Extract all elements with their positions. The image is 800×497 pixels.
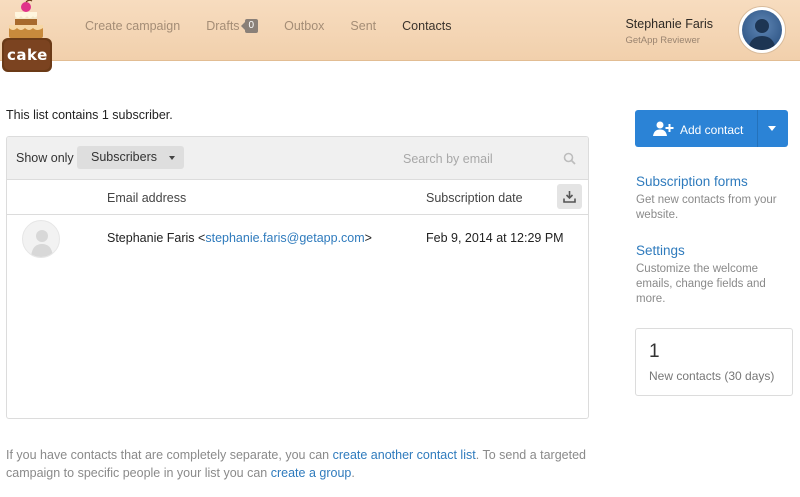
main-nav: Create campaign Drafts 0 Outbox Sent Cont… [85, 19, 477, 33]
table-row[interactable]: Stephanie Faris <stephanie.faris@getapp.… [7, 215, 588, 263]
add-contact-dropdown-toggle[interactable] [758, 110, 788, 147]
settings-link[interactable]: Settings [636, 243, 685, 258]
contacts-panel: Show only Subscribers Email address Subs… [6, 136, 589, 419]
user-name: Stephanie Faris [625, 17, 713, 31]
column-email[interactable]: Email address [107, 191, 186, 205]
user-info[interactable]: Stephanie Faris GetApp Reviewer [625, 17, 713, 46]
filter-bar: Show only Subscribers [7, 137, 588, 180]
show-only-label: Show only [16, 151, 74, 165]
column-subscription-date[interactable]: Subscription date [426, 191, 523, 205]
nav-label: Drafts [206, 19, 240, 33]
cake-logo[interactable]: cake [0, 0, 56, 76]
subscription-forms-desc: Get new contacts from your website. [636, 194, 777, 221]
logo-text: cake [7, 46, 48, 64]
create-contact-list-link[interactable]: create another contact list [333, 448, 476, 462]
new-contacts-count: 1 [649, 341, 660, 362]
nav-label: Create campaign [85, 19, 181, 33]
subscription-date: Feb 9, 2014 at 12:29 PM [426, 231, 564, 245]
new-contacts-stat: 1 New contacts (30 days) [635, 328, 793, 396]
subscription-forms-link[interactable]: Subscription forms [636, 174, 748, 189]
nav-label: Sent [350, 19, 377, 33]
create-group-link[interactable]: create a group [271, 466, 352, 480]
user-avatar[interactable] [738, 6, 786, 54]
subscriber-summary: This list contains 1 subscriber. [6, 108, 173, 122]
default-avatar-icon [22, 220, 60, 258]
nav-label: Contacts [402, 19, 452, 33]
drafts-count-badge: 0 [240, 19, 259, 33]
user-role: GetApp Reviewer [625, 35, 700, 46]
nav-contacts[interactable]: Contacts [402, 19, 451, 33]
contact-list-help-text: If you have contacts that are completely… [6, 446, 606, 482]
add-contact-button[interactable]: Add contact [635, 110, 788, 147]
help-text-part: If you have contacts that are completely… [6, 448, 333, 462]
nav-drafts[interactable]: Drafts 0 [206, 19, 259, 33]
dropdown-value: Subscribers [91, 150, 157, 164]
user-avatar-icon [742, 10, 782, 50]
help-text-part: . [351, 466, 355, 480]
contact-name: Stephanie Faris [107, 231, 195, 245]
table-header: Email address Subscription date [7, 180, 588, 215]
chevron-down-icon [768, 126, 776, 131]
contact-email-link[interactable]: stephanie.faris@getapp.com [205, 231, 364, 245]
subscriber-filter-dropdown[interactable]: Subscribers [77, 146, 184, 169]
nav-sent[interactable]: Sent [350, 19, 376, 33]
search-email-input[interactable] [403, 149, 573, 169]
contact-name-email: Stephanie Faris <stephanie.faris@getapp.… [107, 231, 372, 245]
search-icon[interactable] [563, 152, 576, 168]
nav-label: Outbox [284, 19, 325, 33]
settings-desc: Customize the welcome emails, change fie… [636, 263, 766, 305]
add-user-icon [653, 121, 675, 139]
nav-create-campaign[interactable]: Create campaign [85, 19, 180, 33]
nav-outbox[interactable]: Outbox [284, 19, 324, 33]
chevron-down-icon [169, 156, 175, 160]
download-icon [563, 191, 576, 203]
new-contacts-label: New contacts (30 days) [649, 369, 775, 383]
add-contact-label: Add contact [680, 123, 744, 137]
top-header: cake Create campaign Drafts 0 Outbox Sent… [0, 0, 800, 72]
download-button[interactable] [557, 184, 582, 209]
